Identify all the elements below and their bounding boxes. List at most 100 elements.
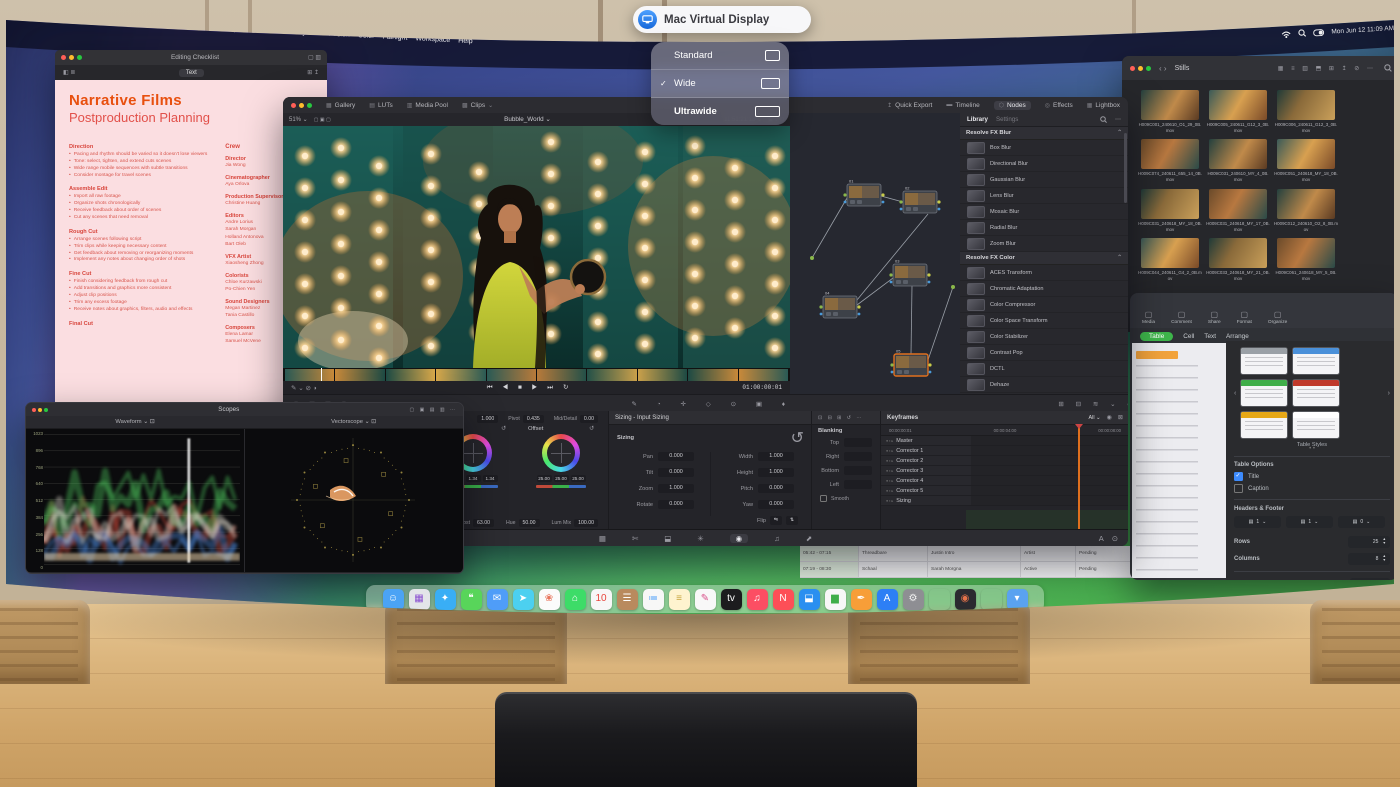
media-clip[interactable]: H009C051_240618_MY_18_0B.mov bbox=[1274, 139, 1338, 182]
keyframes-filter-dropdown[interactable]: All ⌄ bbox=[1089, 415, 1101, 421]
table-style-thumbnail[interactable] bbox=[1292, 379, 1340, 407]
page-bar-right-icons[interactable]: A ⊙ bbox=[1099, 534, 1118, 543]
primaries-top-value[interactable]: 1.000 bbox=[474, 415, 498, 423]
dock-app[interactable]: N bbox=[773, 589, 794, 610]
finder-view-icons[interactable]: ▦ ≡ ▥ ⬒ ⊞ ↥ ⊘ ⋯ bbox=[1278, 65, 1376, 72]
blanking-header-icons[interactable]: ⊡ ⊟ ⊞ ↺ ⋯ bbox=[818, 415, 863, 421]
sizing-field[interactable]: Pitch 0.000 bbox=[715, 484, 806, 493]
sizing-reset-icon[interactable]: ↺ bbox=[791, 428, 804, 448]
table-style-thumbnail[interactable] bbox=[1292, 347, 1340, 375]
keyframe-row[interactable]: ● ▪ ▸ Sizing bbox=[881, 496, 1128, 506]
fx-item[interactable]: Color Compressor bbox=[960, 297, 1128, 313]
numbers-toolbar-button[interactable]: ▢ Share bbox=[1208, 310, 1221, 325]
dock-app[interactable]: ✒ bbox=[851, 589, 872, 610]
waveform-dropdown[interactable]: Waveform ⌄ ⊡ bbox=[26, 419, 244, 425]
window-controls[interactable] bbox=[291, 103, 312, 108]
numbers-sheet[interactable] bbox=[1132, 343, 1226, 578]
blanking-field[interactable]: Bottom bbox=[817, 466, 876, 475]
caption-checkbox[interactable] bbox=[1234, 484, 1243, 493]
blanking-field[interactable]: Top bbox=[817, 438, 876, 447]
sizing-field[interactable]: Yaw 0.000 bbox=[715, 500, 806, 509]
numbers-toolbar-button[interactable]: ▢ Media bbox=[1142, 310, 1155, 325]
header-footer-stepper[interactable]: ▤ 0 ⌄ bbox=[1338, 516, 1385, 528]
cut-page-icon[interactable]: ✄ bbox=[632, 534, 638, 543]
doc-share-icons[interactable]: ⊞ ↥ bbox=[307, 69, 319, 76]
numbers-sheet-strip[interactable]: 05:42 - 07:15 Threadbare Justin Intro Ar… bbox=[800, 546, 1134, 578]
media-page-icon[interactable]: ▦ bbox=[599, 534, 606, 543]
dock-app[interactable]: ▆ bbox=[825, 589, 846, 610]
dock-app[interactable]: ⌂ bbox=[565, 589, 586, 610]
fx-group-header[interactable]: Resolve FX Blur ⌃ bbox=[960, 127, 1128, 140]
styles-next-arrow[interactable]: › bbox=[1388, 390, 1390, 397]
color-page-icon[interactable]: ◉ bbox=[730, 534, 749, 543]
sizing-field[interactable]: Height 1.000 bbox=[715, 468, 806, 477]
dock-app[interactable]: ⬓ bbox=[799, 589, 820, 610]
fx-item[interactable]: Color Stabilizer bbox=[960, 329, 1128, 345]
toolbar-icons[interactable]: ▢ ▥ bbox=[308, 54, 321, 61]
dock-app[interactable]: ♫ bbox=[747, 589, 768, 610]
blanking-field[interactable]: Left bbox=[817, 480, 876, 489]
media-clip[interactable]: H009C005_240611_G12_3_0B.mov bbox=[1206, 90, 1270, 133]
deliver-page-icon[interactable]: ⬈ bbox=[806, 534, 812, 543]
sizing-field[interactable]: Pan 0.000 bbox=[615, 452, 706, 461]
sizing-field[interactable]: Zoom 1.000 bbox=[615, 484, 706, 493]
keyframe-row[interactable]: ● ▪ ▸ Corrector 2 bbox=[881, 456, 1128, 466]
media-clip[interactable]: H009C012_240610_O2_8_0B.mov bbox=[1274, 189, 1338, 232]
control-center-icon[interactable] bbox=[1313, 28, 1324, 36]
sizing-field[interactable]: Tilt 0.000 bbox=[615, 468, 706, 477]
smooth-checkbox[interactable] bbox=[820, 495, 827, 502]
font-size-buttons[interactable]: AA bbox=[1350, 578, 1390, 580]
fx-item[interactable]: Chromatic Adaptation bbox=[960, 281, 1128, 297]
option-standard[interactable]: Standard bbox=[651, 42, 789, 70]
tab-table[interactable]: Table bbox=[1140, 332, 1173, 341]
numbers-toolbar-button[interactable]: ▢ Comment bbox=[1171, 310, 1192, 325]
back-forward-buttons[interactable]: ‹ › bbox=[1159, 64, 1167, 73]
window-controls[interactable] bbox=[1130, 66, 1151, 71]
tab-media-pool[interactable]: ▥ Media Pool bbox=[407, 102, 448, 109]
sizing-field[interactable]: Width 1.000 bbox=[715, 452, 806, 461]
keyframe-row[interactable]: ● ▪ ▸ Master bbox=[881, 436, 1128, 446]
text-tool-button[interactable]: Text bbox=[179, 69, 204, 77]
dock-app[interactable]: ▦ bbox=[409, 589, 430, 610]
fx-item[interactable]: Directional Blur bbox=[960, 156, 1128, 172]
fx-item[interactable]: Mosaic Blur bbox=[960, 204, 1128, 220]
edit-page-icon[interactable]: ⬓ bbox=[664, 534, 671, 543]
title-checkbox[interactable] bbox=[1234, 472, 1243, 481]
styles-prev-arrow[interactable]: ‹ bbox=[1234, 390, 1236, 397]
table-style-thumbnail[interactable] bbox=[1292, 411, 1340, 439]
primaries-bottom-value[interactable]: Hue 50.00 bbox=[506, 519, 540, 527]
dock-app[interactable]: ❝ bbox=[461, 589, 482, 610]
table-style-thumbnail[interactable] bbox=[1240, 411, 1288, 439]
dock-app[interactable]: A bbox=[877, 589, 898, 610]
tab-nodes[interactable]: ⬡ Nodes bbox=[994, 101, 1031, 110]
option-wide[interactable]: ✓ Wide bbox=[651, 70, 789, 98]
fairlight-page-icon[interactable]: ♫ bbox=[774, 534, 780, 543]
transport-controls[interactable]: ⏮ ◀ ■ ▶ ⏭ ↻ bbox=[487, 383, 573, 392]
tab-clips[interactable]: ▩ Clips ⌄ bbox=[462, 102, 493, 109]
wifi-icon[interactable] bbox=[1281, 30, 1291, 39]
dock-app[interactable]: ✦ bbox=[435, 589, 456, 610]
tab-effects[interactable]: ◎ Effects bbox=[1045, 102, 1073, 109]
dock-app[interactable]: ≔ bbox=[643, 589, 664, 610]
search-icon[interactable] bbox=[1100, 116, 1107, 123]
mac-virtual-display-pill[interactable]: Mac Virtual Display bbox=[633, 6, 811, 33]
dock-app[interactable]: ◉ bbox=[955, 589, 976, 610]
keyframes-playhead[interactable] bbox=[1078, 424, 1080, 530]
media-clip[interactable]: H009C031_240618_MY_18_0B.mov bbox=[1138, 189, 1202, 232]
dock-app[interactable]: ☺ bbox=[383, 589, 404, 610]
offset-master-slider[interactable] bbox=[536, 485, 586, 488]
keyframe-row[interactable]: ● ▪ ▸ Corrector 5 bbox=[881, 486, 1128, 496]
rows-stepper[interactable]: 25 ▲ ▼ bbox=[1348, 536, 1390, 548]
numbers-toolbar-button[interactable]: ▢ Format bbox=[1237, 310, 1252, 325]
fx-item[interactable]: Box Blur bbox=[960, 140, 1128, 156]
dock-app[interactable]: ✉ bbox=[487, 589, 508, 610]
media-clip[interactable]: H009C074_240611_655_14_0B.mov bbox=[1138, 139, 1202, 182]
dock-app[interactable]: ≡ bbox=[669, 589, 690, 610]
flip-vertical-button[interactable]: ⇅ bbox=[786, 516, 798, 525]
sizing-panel-header[interactable]: Sizing - Input Sizing bbox=[609, 411, 812, 425]
dock-app[interactable]: tv bbox=[721, 589, 742, 610]
doc-nav-icons[interactable]: ◧ ≣ bbox=[63, 69, 75, 76]
dock-app[interactable]: 10 bbox=[591, 589, 612, 610]
dock-app[interactable]: ✎ bbox=[695, 589, 716, 610]
window-controls[interactable] bbox=[61, 55, 82, 60]
